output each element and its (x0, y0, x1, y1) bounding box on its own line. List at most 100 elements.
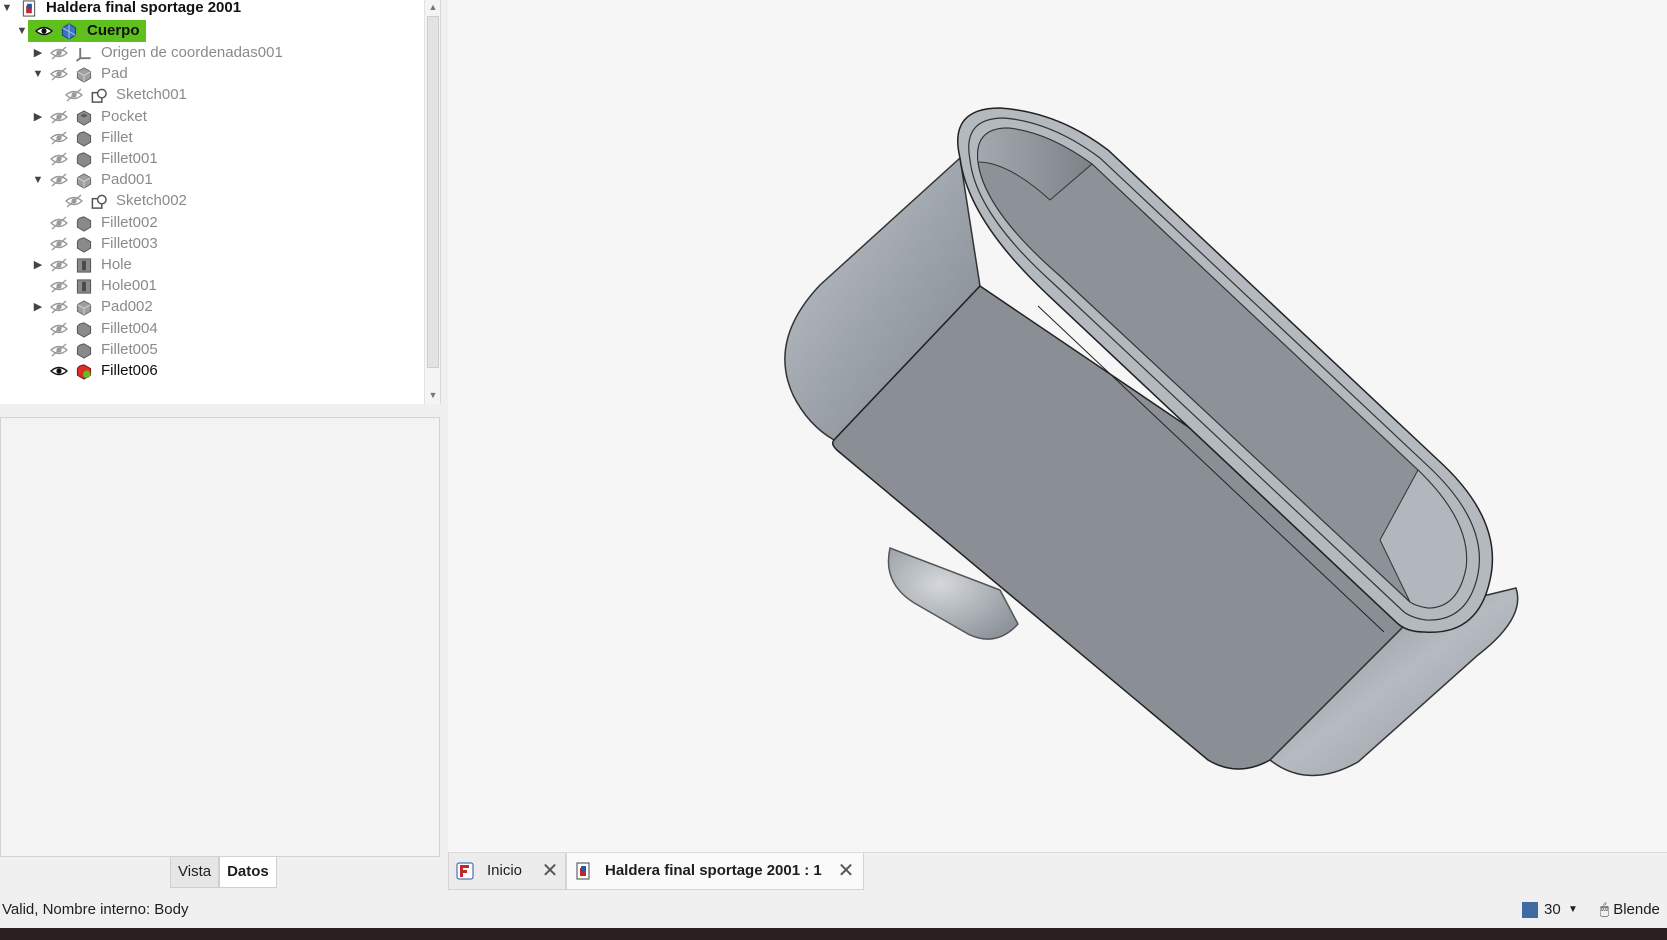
property-tabs: Vista Datos (170, 857, 277, 889)
collapse-arrow-icon[interactable]: ▼ (15, 20, 29, 42)
tree-item-row[interactable]: ▶ Pocket (0, 106, 420, 128)
hidden-eye-icon[interactable] (65, 194, 83, 208)
hidden-eye-icon[interactable] (50, 216, 68, 230)
pad-feature-icon (76, 173, 92, 189)
status-message: Valid, Nombre interno: Body (2, 901, 189, 918)
taskbar-strip (0, 928, 1667, 940)
tree-item-row[interactable]: Fillet003 (0, 233, 420, 255)
tree-item-row[interactable]: ▼ Pad (0, 63, 420, 85)
tree-item-label: Fillet002 (101, 213, 158, 231)
sketch-icon (91, 88, 107, 104)
document-tabs: Inicio ✕ Haldera final sportage 2001 : 1… (448, 852, 1667, 893)
collapse-arrow-icon[interactable]: ▼ (31, 169, 45, 191)
tree-body-label: Cuerpo (87, 22, 140, 39)
chevron-down-icon: ▼ (1568, 904, 1578, 915)
tree-item-label: Pocket (101, 107, 147, 125)
tree-item-row[interactable]: ▶ Pad002 (0, 296, 420, 318)
tree-item-row[interactable]: ▼ Pad001 (0, 169, 420, 191)
tab-document-label: Haldera final sportage 2001 : 1 (605, 862, 822, 879)
tree-item-row[interactable]: ▶ Origen de coordenadas001 (0, 42, 420, 64)
tree-item-row[interactable]: Fillet005 (0, 339, 420, 361)
tab-vista[interactable]: Vista (170, 857, 220, 888)
3d-viewport[interactable] (448, 0, 1667, 852)
pad-feature-icon (76, 67, 92, 83)
tree-item-label: Pad001 (101, 171, 153, 189)
tree-item-row[interactable]: ▶ Hole (0, 254, 420, 276)
hole-feature-icon (76, 279, 92, 294)
close-icon[interactable]: ✕ (837, 853, 855, 889)
tree-item-row[interactable]: Fillet006 (0, 360, 420, 382)
fillet-feature-icon (76, 321, 92, 338)
dimension-count-value: 30 (1544, 901, 1561, 918)
expand-arrow-icon[interactable]: ▶ (31, 254, 45, 276)
axis-origin-icon (75, 47, 91, 62)
fillet-feature-icon (76, 343, 92, 359)
hidden-eye-icon[interactable] (50, 152, 68, 166)
tab-datos[interactable]: Datos (219, 857, 277, 888)
tree-item-row[interactable]: Sketch002 (0, 190, 420, 212)
document-icon (576, 862, 590, 880)
tree-item-row[interactable]: Fillet002 (0, 212, 420, 234)
hidden-eye-icon[interactable] (65, 88, 83, 102)
hidden-eye-icon[interactable] (50, 110, 68, 124)
tree-item-row[interactable]: Hole001 (0, 275, 420, 297)
tab-document[interactable]: Haldera final sportage 2001 : 1 ✕ (566, 853, 864, 890)
fillet-feature-icon (76, 215, 92, 232)
tree-item-label: Fillet004 (101, 319, 158, 337)
tree-item-label: Hole (101, 256, 132, 273)
hole-feature-icon (76, 258, 92, 273)
body-icon (61, 23, 77, 40)
fillet-feature-icon (76, 152, 92, 168)
hidden-eye-icon[interactable] (50, 343, 68, 357)
tree-item-label: Pad002 (101, 298, 153, 316)
document-icon (22, 0, 36, 17)
tree-body-row[interactable]: ▼ Cuerpo (0, 20, 420, 42)
visibility-eye-icon[interactable] (50, 364, 68, 378)
tree-item-row[interactable]: Sketch001 (0, 84, 420, 106)
tab-inicio-label: Inicio (487, 862, 523, 879)
tree-item-row[interactable]: Fillet (0, 127, 420, 149)
hidden-eye-icon[interactable] (50, 46, 68, 60)
collapse-arrow-icon[interactable]: ▼ (0, 0, 14, 19)
scroll-up-icon[interactable]: ▲ (425, 0, 440, 14)
tree-item-label: Pad (101, 65, 128, 83)
tab-inicio[interactable]: Inicio ✕ (448, 853, 566, 890)
hidden-eye-icon[interactable] (50, 279, 68, 293)
scroll-thumb[interactable] (427, 16, 439, 368)
hidden-eye-icon[interactable] (50, 131, 68, 145)
expand-arrow-icon[interactable]: ▶ (31, 296, 45, 318)
tree-root-row[interactable]: ▼ Haldera final sportage 2001 (0, 0, 420, 19)
hidden-eye-icon[interactable] (50, 322, 68, 336)
model-tree-panel: ▼ Haldera final sportage 2001 ▼ Cuerpo ▶… (0, 0, 441, 404)
model-render[interactable] (448, 0, 1667, 852)
tree-item-label: Sketch002 (116, 192, 187, 210)
navigation-style[interactable]: 🖱 Blende (1600, 892, 1660, 928)
expand-arrow-icon[interactable]: ▶ (31, 42, 45, 64)
tree-item-row[interactable]: Fillet001 (0, 148, 420, 170)
close-icon[interactable]: ✕ (541, 853, 559, 889)
navigation-style-label: Blende (1613, 901, 1660, 918)
scroll-down-icon[interactable]: ▼ (425, 388, 440, 402)
cube-icon (1522, 902, 1538, 918)
hidden-eye-icon[interactable] (50, 67, 68, 81)
fillet-tip-icon (76, 364, 92, 380)
hidden-eye-icon[interactable] (50, 258, 68, 272)
visibility-eye-icon[interactable] (35, 24, 53, 38)
freecad-logo-icon (456, 862, 474, 880)
hidden-eye-icon[interactable] (50, 300, 68, 314)
tree-item-label: Fillet005 (101, 340, 158, 358)
tree-item-label: Hole001 (101, 277, 157, 295)
pocket-feature-icon (76, 109, 92, 126)
collapse-arrow-icon[interactable]: ▼ (31, 63, 45, 85)
mouse-icon: 🖱 (1600, 901, 1610, 918)
tree-item-label: Fillet003 (101, 234, 158, 252)
tree-item-label: Fillet001 (101, 150, 158, 167)
tree-item-row[interactable]: Fillet004 (0, 318, 420, 340)
tree-item-label: Origen de coordenadas001 (101, 44, 283, 61)
hidden-eye-icon[interactable] (50, 173, 68, 187)
tree-scrollbar[interactable]: ▲ ▼ (424, 0, 440, 404)
hidden-eye-icon[interactable] (50, 237, 68, 251)
fillet-feature-icon (76, 131, 92, 147)
expand-arrow-icon[interactable]: ▶ (31, 106, 45, 128)
fillet-feature-icon (76, 237, 92, 253)
